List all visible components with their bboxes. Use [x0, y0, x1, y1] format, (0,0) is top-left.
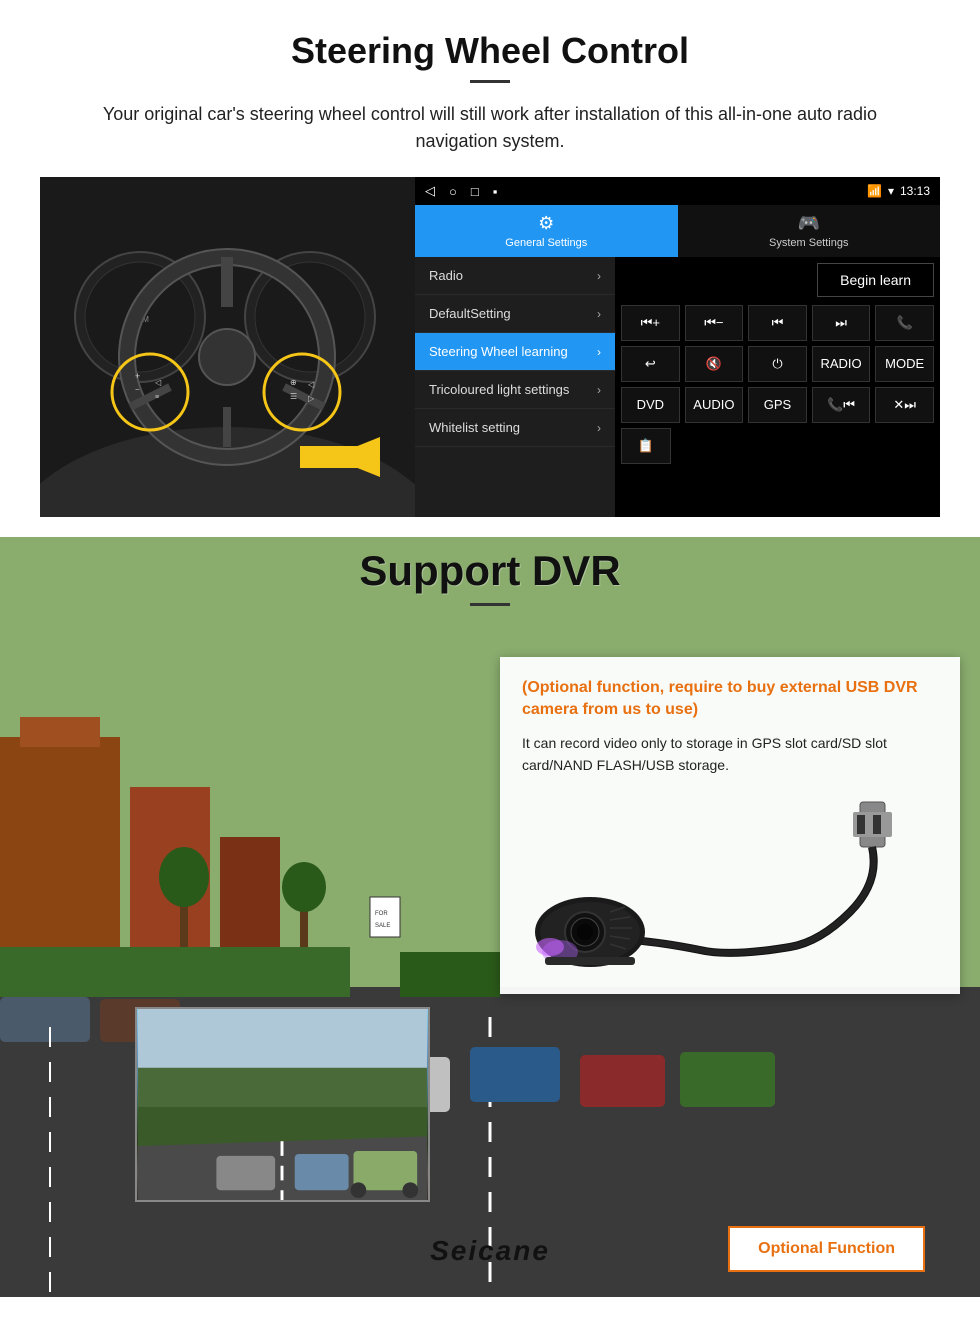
street-scene-bg: FOR SALE Support DVR (Optional function,… — [0, 537, 980, 1297]
seicane-logo: Seicane — [430, 1235, 550, 1267]
menu-nav-icon[interactable]: ▪ — [493, 184, 498, 199]
statusbar-time-area: 📶 ▾ 13:13 — [867, 184, 930, 198]
svg-text:◁: ◁ — [155, 378, 162, 387]
begin-learn-row: Begin learn — [621, 263, 934, 297]
steering-control-panel: Begin learn ⏮+ ⏮− ⏮ ⏭ 📞 ↩ 🔇 ⏻ — [615, 257, 940, 517]
dvr-inset-image — [135, 1007, 430, 1202]
ctrl-dvd[interactable]: DVD — [621, 387, 680, 423]
dvr-optional-note: (Optional function, require to buy exter… — [522, 677, 938, 722]
tab-general-settings[interactable]: ⚙ General Settings — [415, 205, 678, 257]
dvr-divider — [470, 603, 510, 606]
ctrl-hang-up[interactable]: ↩ — [621, 346, 680, 382]
svg-text:⊕: ⊕ — [290, 378, 297, 387]
steering-subtitle: Your original car's steering wheel contr… — [60, 101, 920, 155]
dvr-description: It can record video only to storage in G… — [522, 732, 938, 777]
ctrl-next-track[interactable]: ⏭ — [812, 305, 871, 341]
menu-whitelist-label: Whitelist setting — [429, 420, 520, 435]
title-divider — [470, 80, 510, 83]
menu-tricoloured-label: Tricoloured light settings — [429, 382, 569, 397]
steering-content-area: RPM + − ◁ ≡ — [40, 177, 940, 517]
android-tabs: ⚙ General Settings 🎮 System Settings — [415, 205, 940, 257]
menu-item-default-setting[interactable]: DefaultSetting › — [415, 295, 615, 333]
menu-arrow-icon: › — [597, 383, 601, 397]
ctrl-mode[interactable]: MODE — [875, 346, 934, 382]
android-body: Radio › DefaultSetting › Steering Wheel … — [415, 257, 940, 517]
general-settings-label: General Settings — [505, 237, 587, 249]
steering-wheel-image: RPM + − ◁ ≡ — [40, 177, 415, 517]
ctrl-phone[interactable]: 📞 — [875, 305, 934, 341]
dvr-title: Support DVR — [0, 547, 980, 595]
ctrl-mute[interactable]: 🔇 — [685, 346, 744, 382]
ctrl-extra[interactable]: 📋 — [621, 428, 671, 464]
system-icon: 🎮 — [798, 213, 820, 234]
recents-nav-icon[interactable]: □ — [471, 184, 479, 199]
ctrl-audio[interactable]: AUDIO — [685, 387, 744, 423]
menu-arrow-active-icon: › — [597, 345, 601, 359]
svg-text:SALE: SALE — [375, 923, 390, 929]
android-ui-panel: ◁ ○ □ ▪ 📶 ▾ 13:13 ⚙ General Settings — [415, 177, 940, 517]
ctrl-vol-down[interactable]: ⏮− — [685, 305, 744, 341]
control-row-3: DVD AUDIO GPS 📞⏮ ✕⏭ — [621, 387, 934, 423]
home-nav-icon[interactable]: ○ — [449, 184, 457, 199]
settings-menu-list: Radio › DefaultSetting › Steering Wheel … — [415, 257, 615, 517]
system-settings-label: System Settings — [769, 237, 848, 249]
svg-text:☰: ☰ — [290, 392, 297, 401]
settings-gear-icon: ⚙ — [538, 213, 554, 234]
tab-system-settings[interactable]: 🎮 System Settings — [678, 205, 941, 257]
control-row-1: ⏮+ ⏮− ⏮ ⏭ 📞 — [621, 305, 934, 341]
android-statusbar: ◁ ○ □ ▪ 📶 ▾ 13:13 — [415, 177, 940, 205]
menu-arrow-icon: › — [597, 421, 601, 435]
menu-steering-label: Steering Wheel learning — [429, 344, 568, 359]
ctrl-gps[interactable]: GPS — [748, 387, 807, 423]
ctrl-radio[interactable]: RADIO — [812, 346, 871, 382]
control-row-2: ↩ 🔇 ⏻ RADIO MODE — [621, 346, 934, 382]
dvr-camera-visual — [522, 792, 938, 972]
menu-item-steering-learning[interactable]: Steering Wheel learning › — [415, 333, 615, 371]
dvr-section: FOR SALE Support DVR (Optional function,… — [0, 537, 980, 1297]
begin-learn-button[interactable]: Begin learn — [817, 263, 934, 297]
optional-function-button[interactable]: Optional Function — [728, 1226, 925, 1272]
svg-text:FOR: FOR — [375, 911, 388, 917]
svg-text:≡: ≡ — [155, 394, 159, 401]
svg-text:▷: ▷ — [308, 394, 315, 403]
time-display: 13:13 — [900, 184, 930, 198]
svg-text:−: − — [135, 385, 140, 394]
steering-section: Steering Wheel Control Your original car… — [0, 0, 980, 537]
ctrl-x-next[interactable]: ✕⏭ — [875, 387, 934, 423]
ctrl-vol-up[interactable]: ⏮+ — [621, 305, 680, 341]
statusbar-nav-icons: ◁ ○ □ ▪ — [425, 183, 497, 199]
ctrl-phone-prev[interactable]: 📞⏮ — [812, 387, 871, 423]
dvr-info-box: (Optional function, require to buy exter… — [500, 657, 960, 994]
menu-item-whitelist[interactable]: Whitelist setting › — [415, 409, 615, 447]
menu-item-radio[interactable]: Radio › — [415, 257, 615, 295]
svg-text:◁: ◁ — [308, 380, 315, 389]
svg-text:+: + — [135, 371, 140, 381]
menu-item-tricoloured[interactable]: Tricoloured light settings › — [415, 371, 615, 409]
back-nav-icon[interactable]: ◁ — [425, 183, 435, 199]
dvr-title-area: Support DVR — [0, 547, 980, 606]
ctrl-power[interactable]: ⏻ — [748, 346, 807, 382]
wifi-icon: ▾ — [888, 184, 894, 198]
menu-default-label: DefaultSetting — [429, 306, 511, 321]
signal-icon: 📶 — [867, 184, 882, 198]
control-row-4: 📋 — [621, 428, 934, 464]
menu-arrow-icon: › — [597, 269, 601, 283]
menu-radio-label: Radio — [429, 268, 463, 283]
menu-arrow-icon: › — [597, 307, 601, 321]
ctrl-prev-track[interactable]: ⏮ — [748, 305, 807, 341]
steering-title: Steering Wheel Control — [40, 30, 940, 72]
